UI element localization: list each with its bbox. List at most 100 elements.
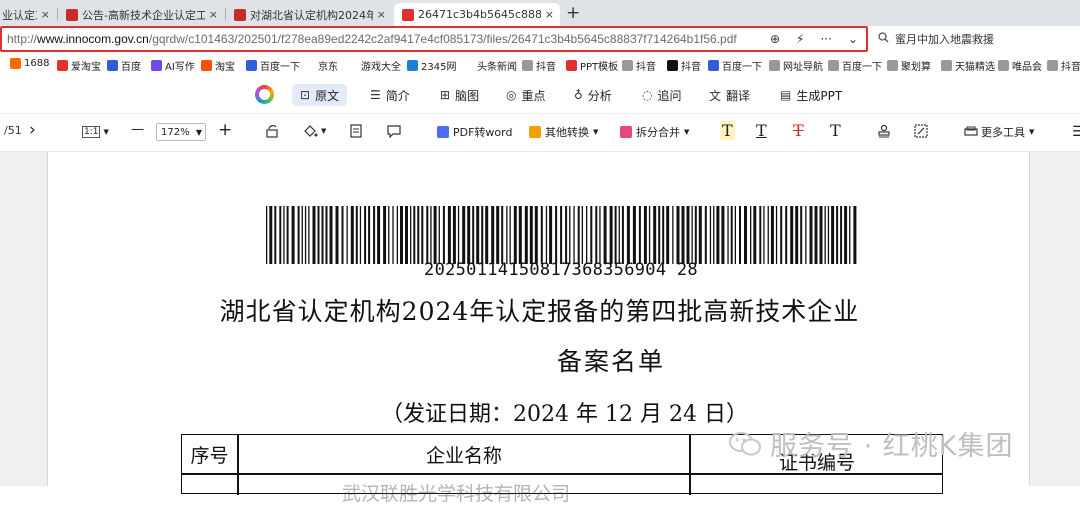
view-tab[interactable]: ⊞ 脑图	[440, 84, 479, 106]
split-icon	[620, 126, 632, 138]
menu-icon[interactable]: ☰	[1072, 124, 1080, 140]
address-bar-row: http://www.innocom.gov.cn/gqrdw/c101463/…	[0, 26, 1080, 54]
bookmark-item[interactable]: PPT模板	[566, 58, 618, 73]
bookmark-item[interactable]: 2345网	[407, 58, 456, 73]
view-tab[interactable]: ⊡ 原文	[292, 84, 348, 106]
search-input[interactable]: 蜜月中加入地震救援	[872, 27, 1080, 51]
bookmark-favicon-icon	[57, 60, 68, 71]
browser-tab-bar: 业认定工 × 公告-高新技术企业认定工作网 × 对湖北省认定机构2024年认定 …	[0, 0, 1080, 26]
bookmark-favicon-icon	[998, 60, 1009, 71]
close-icon[interactable]: ×	[377, 8, 386, 21]
bookmark-label: 头条新闻	[477, 62, 517, 73]
bookmark-item[interactable]: 网址导航	[769, 58, 823, 73]
view-tab[interactable]: ☰ 简介	[370, 84, 410, 106]
pdf-to-word-button[interactable]: PDF转word	[437, 124, 512, 140]
browser-tab-active[interactable]: 26471c3b4b5645c88837f71 ×	[394, 3, 560, 26]
bookmark-favicon-icon	[941, 60, 952, 71]
zoom-select[interactable]: 172% ▼	[156, 123, 206, 141]
close-icon[interactable]: ×	[209, 8, 218, 21]
view-tab-icon: ◌	[642, 88, 653, 102]
bookmark-label: 抖音	[536, 62, 556, 73]
bookmark-item[interactable]: 抖音	[667, 58, 701, 73]
fill-color-icon[interactable]: ▼	[302, 124, 326, 138]
view-tab[interactable]: ◎ 重点	[506, 84, 546, 106]
bookmark-item[interactable]: 游戏大全	[361, 58, 401, 73]
bookmark-item[interactable]: 抖音	[622, 58, 656, 73]
view-tab-icon: 文	[709, 88, 722, 103]
bookmark-item[interactable]: 京东	[318, 58, 338, 73]
bookmark-item[interactable]: 爱淘宝	[57, 58, 101, 73]
other-convert-button[interactable]: 其他转换 ▼	[529, 124, 598, 140]
sign-icon[interactable]	[914, 124, 928, 138]
more-tools-button[interactable]: 更多工具 ▼	[964, 124, 1034, 140]
bookmark-item[interactable]: 百度一下	[828, 58, 882, 73]
bookmark-item[interactable]: 抖音	[1047, 58, 1080, 73]
pdf-document-area[interactable]: 20250114150817368356904 28 湖北省认定机构2024年认…	[0, 152, 1080, 505]
bookmark-label: 百度	[121, 62, 141, 73]
bookmark-item[interactable]: AI写作	[151, 58, 195, 73]
zoom-out-button[interactable]: —	[131, 122, 144, 137]
bookmark-item[interactable]: 百度	[107, 58, 141, 73]
document-icon[interactable]	[350, 124, 362, 138]
view-tab-icon: ☰	[370, 88, 381, 102]
bookmark-favicon-icon	[522, 60, 533, 71]
bookmark-item[interactable]: 抖音	[522, 58, 556, 73]
bookmark-item[interactable]: 淘宝	[201, 58, 235, 73]
wechat-icon	[729, 431, 761, 455]
view-tab-icon: ◎	[506, 88, 517, 102]
bookmark-item[interactable]: 百度一下	[708, 58, 762, 73]
browser-tab[interactable]: 对湖北省认定机构2024年认定 ×	[226, 3, 392, 26]
pdf-file-icon	[402, 8, 414, 21]
text-insert-tool[interactable]: T	[830, 121, 841, 140]
bookmark-item[interactable]: 1688	[10, 58, 49, 69]
ai-logo-icon[interactable]	[255, 85, 274, 104]
text-highlight-tool[interactable]: T	[720, 121, 735, 140]
bookmark-item[interactable]: 唯品会	[998, 58, 1042, 73]
bookmark-label: 京东	[318, 62, 338, 73]
view-tab-icon: ⊡	[300, 88, 311, 102]
watermark: 服务号 · 红桃K集团	[728, 424, 1013, 463]
url-field[interactable]: http://www.innocom.gov.cn/gqrdw/c101463/…	[0, 26, 868, 52]
stamp-icon[interactable]	[877, 124, 891, 138]
chevron-down-icon[interactable]: ⌄	[848, 32, 858, 46]
view-tab-icon: ⊞	[440, 88, 451, 102]
bookmark-item[interactable]: 百度一下	[246, 58, 300, 73]
rotate-icon[interactable]	[265, 124, 279, 138]
text-strike-tool[interactable]: T	[793, 121, 804, 140]
close-icon[interactable]: ×	[41, 8, 50, 21]
zoom-icon[interactable]: ⊕	[770, 32, 780, 46]
browser-tab[interactable]: 公告-高新技术企业认定工作网 ×	[58, 3, 224, 26]
view-tab[interactable]: 文翻译	[709, 84, 750, 106]
view-tab-label: 翻译	[726, 88, 751, 103]
view-tab-label: 生成PPT	[796, 88, 843, 103]
new-tab-button[interactable]: +	[566, 3, 580, 23]
bookmark-label: 抖音	[681, 62, 701, 73]
view-tab[interactable]: ♁ 分析	[574, 84, 612, 106]
comment-icon[interactable]	[387, 124, 401, 138]
document-subtitle: 备案名单	[556, 347, 665, 376]
bookmark-label: 抖音	[1061, 62, 1080, 73]
bookmark-favicon-icon	[887, 60, 898, 71]
text-underline-tool[interactable]: T	[756, 121, 767, 140]
bolt-icon[interactable]: ⚡	[796, 32, 804, 46]
tab-title: 26471c3b4b5645c88837f71	[418, 8, 541, 21]
split-merge-button[interactable]: 拆分合并 ▼	[620, 124, 689, 140]
zoom-in-button[interactable]: +	[218, 120, 232, 140]
bookmark-label: 爱淘宝	[71, 62, 101, 73]
bookmark-item[interactable]: 头条新闻	[477, 58, 517, 73]
actual-size-button[interactable]: 1:1 ▼	[82, 123, 109, 141]
view-tab[interactable]: ▤ 生成PPT	[780, 84, 842, 106]
bookmark-favicon-icon	[201, 60, 212, 71]
next-page-button[interactable]: ›	[29, 120, 36, 140]
browser-tab[interactable]: 业认定工 ×	[0, 3, 56, 26]
bookmark-label: 百度一下	[722, 62, 762, 73]
close-icon[interactable]: ×	[545, 8, 554, 21]
bookmark-item[interactable]: 聚划算	[887, 58, 931, 73]
bookmark-label: 唯品会	[1012, 62, 1042, 73]
document-title: 湖北省认定机构2024年认定报备的第四批高新技术企业	[219, 297, 860, 326]
view-tab[interactable]: ◌ 追问	[642, 84, 682, 106]
site-favicon-icon	[66, 8, 78, 21]
more-icon[interactable]: ···	[820, 32, 831, 46]
bookmark-favicon-icon	[246, 60, 257, 71]
bookmark-item[interactable]: 天猫精选	[941, 58, 995, 73]
